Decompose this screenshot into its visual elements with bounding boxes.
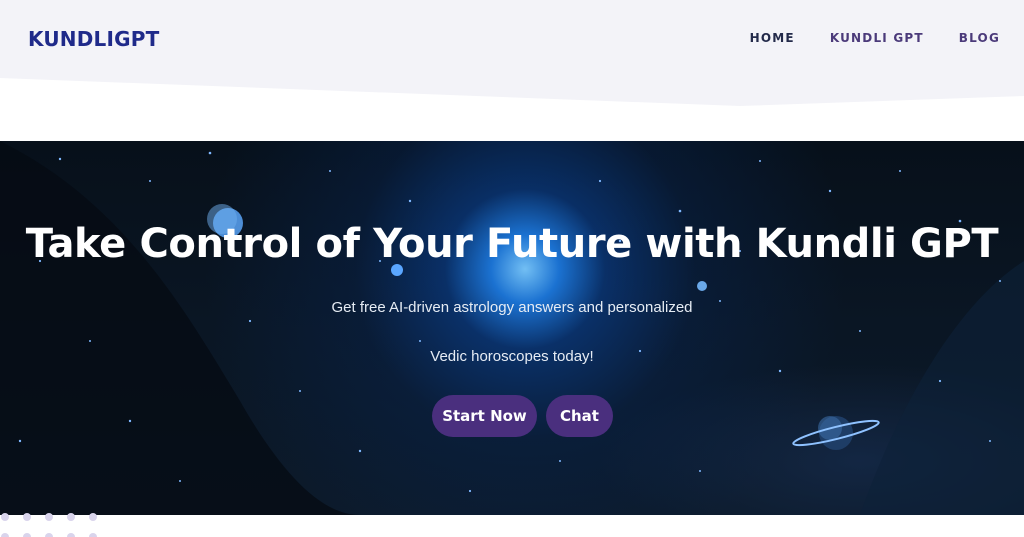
nav-kundli-gpt[interactable]: KUNDLI GPT (830, 31, 924, 45)
hero-title: Take Control of Your Future with Kundli … (25, 221, 999, 267)
chat-button[interactable]: Chat (546, 395, 613, 437)
decorative-dots (1, 513, 97, 537)
hero-section: Take Control of Your Future with Kundli … (0, 141, 1024, 515)
site-header: KUNDLIGPT HOME KUNDLI GPT BLOG (0, 0, 1024, 110)
main-nav: HOME KUNDLI GPT BLOG (750, 31, 1000, 45)
site-logo[interactable]: KUNDLIGPT (28, 27, 159, 51)
nav-blog[interactable]: BLOG (959, 31, 1000, 45)
start-now-button[interactable]: Start Now (432, 395, 537, 437)
space-background (0, 141, 1024, 515)
hero-subtitle-line2: Vedic horoscopes today! (430, 348, 594, 365)
small-planet-icon (697, 281, 707, 291)
hero-subtitle-line1: Get free AI-driven astrology answers and… (331, 299, 693, 316)
header-background (0, 0, 1024, 106)
ringed-planet-icon (792, 416, 880, 450)
nav-home[interactable]: HOME (750, 31, 795, 45)
